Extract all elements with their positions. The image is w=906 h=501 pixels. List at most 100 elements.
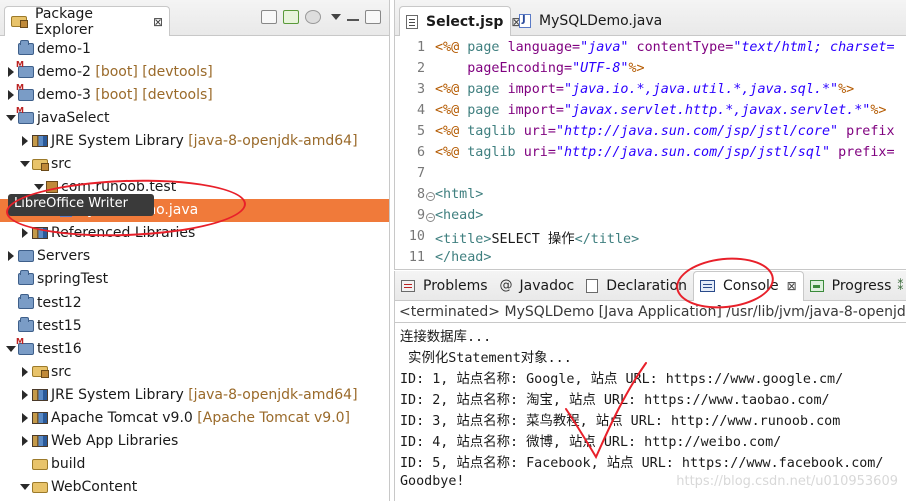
tree-item[interactable]: src <box>0 152 389 175</box>
tab-console[interactable]: Console ⊠ <box>692 271 804 301</box>
tree-item[interactable]: demo-3 [boot] [devtools] <box>0 83 389 106</box>
line-number-text: 3 <box>416 82 425 97</box>
tab-package-explorer[interactable]: Package Explorer ⊠ <box>4 6 170 38</box>
tree-item[interactable]: demo-1 <box>0 37 389 60</box>
collapsed-arrow-icon[interactable] <box>20 367 30 377</box>
more-views-icon[interactable]: ⁑ <box>897 279 906 293</box>
tree-item-label: demo-1 <box>37 40 91 57</box>
code-token: pageEncoding= <box>467 61 573 76</box>
code-token: "javax.servlet.http.*,javax.servlet.*" <box>564 103 871 118</box>
tree-item-label: springTest <box>37 271 109 288</box>
mvn-icon <box>16 337 34 355</box>
tree-item-decoration: [boot] [devtools] <box>95 86 213 103</box>
code-token: "http://java.sun.com/jsp/jstl/core" <box>555 124 839 139</box>
tree-item-label: Referenced Libraries <box>51 225 196 242</box>
line-number: 10 <box>395 229 431 244</box>
code-token: SELECT 操作 <box>491 231 575 247</box>
line-number-text: 4 <box>416 103 425 118</box>
jsp-file-icon <box>406 14 418 29</box>
tree-item[interactable]: test16 <box>0 337 389 360</box>
project-tree: demo-1 demo-2 [boot] [devtools]demo-3 [bo… <box>0 37 389 499</box>
code-token: taglib <box>467 124 524 139</box>
line-number: 11 <box>395 250 431 265</box>
pkg-icon <box>46 181 58 194</box>
collapse-all-icon[interactable] <box>261 10 277 24</box>
fold-toggle-icon[interactable]: − <box>426 213 435 222</box>
collapsed-arrow-icon[interactable] <box>20 413 30 423</box>
tab-select-jsp[interactable]: Select.jsp ⊠ <box>399 6 521 36</box>
code-editor[interactable]: 1 <%@ page language="java" contentType="t… <box>395 37 906 268</box>
tree-item[interactable]: src <box>0 360 389 383</box>
tree-item[interactable]: Apache Tomcat v9.0 [Apache Tomcat v9.0] <box>0 407 389 430</box>
tree-item-label: Web App Libraries <box>51 433 179 450</box>
project-icon <box>18 293 34 309</box>
line-number-text: 7 <box>416 166 425 181</box>
tree-item[interactable]: Web App Libraries <box>0 430 389 453</box>
code-text: <%@ page import="javax.servlet.http.*,ja… <box>431 103 886 118</box>
collapsed-arrow-icon[interactable] <box>20 436 30 446</box>
tab-javadoc[interactable]: @ Javadoc <box>494 271 581 301</box>
expanded-arrow-icon[interactable] <box>6 113 16 123</box>
tab-problems[interactable]: Problems <box>395 271 494 301</box>
tree-item-label: JRE System Library <box>51 386 184 403</box>
collapsed-arrow-icon[interactable] <box>6 67 16 77</box>
maximize-icon[interactable] <box>365 10 381 24</box>
expanded-arrow-icon[interactable] <box>34 182 44 192</box>
collapsed-arrow-icon[interactable] <box>6 251 16 261</box>
tab-declaration[interactable]: Declaration <box>580 271 693 301</box>
code-text: <%@ taglib uri="http://java.sun.com/jsp/… <box>431 145 895 160</box>
collapsed-arrow-icon[interactable] <box>20 228 30 238</box>
code-line: 7 <box>395 163 906 184</box>
tree-item[interactable]: Referenced Libraries <box>0 222 389 245</box>
expanded-arrow-icon[interactable] <box>20 482 30 492</box>
collapsed-arrow-icon[interactable] <box>6 90 16 100</box>
code-token: language= <box>507 40 581 55</box>
tree-item[interactable]: javaSelect <box>0 106 389 129</box>
code-token: <html> <box>435 187 484 202</box>
tree-item[interactable]: WebContent <box>0 476 389 499</box>
pkgfolder-icon <box>32 366 49 379</box>
fold-toggle-icon[interactable]: − <box>426 192 435 201</box>
line-number-text: 9 <box>416 208 425 223</box>
code-line: 9− <head> <box>395 205 906 226</box>
minimize-icon[interactable] <box>347 19 359 21</box>
expanded-arrow-icon[interactable] <box>20 159 30 169</box>
editor-area: Select.jsp ⊠ MySQLDemo.java 1 <%@ page la… <box>394 0 906 270</box>
expanded-arrow-icon[interactable] <box>6 344 16 354</box>
tree-item[interactable]: Servers <box>0 245 389 268</box>
tab-mysqldemo-java[interactable]: MySQLDemo.java <box>513 6 663 36</box>
tab-progress[interactable]: Progress <box>804 271 898 301</box>
close-icon[interactable]: ⊠ <box>153 15 163 29</box>
console-status: <terminated> MySQLDemo [Java Application… <box>395 301 906 323</box>
tree-item[interactable]: build <box>0 453 389 476</box>
code-line: 11 </head> <box>395 247 906 268</box>
code-token: contentType= <box>628 40 734 55</box>
line-number: 5 <box>395 124 431 139</box>
collapsed-arrow-icon[interactable] <box>20 136 30 146</box>
tree-item[interactable]: test15 <box>0 314 389 337</box>
code-text: <head> <box>431 208 483 223</box>
console-line: ID: 5, 站点名称: Facebook, 站点 URL: https://w… <box>400 455 884 471</box>
tree-item[interactable]: JRE System Library [java-8-openjdk-amd64… <box>0 383 389 406</box>
code-text: pageEncoding="UTF-8"%> <box>431 61 644 76</box>
console-line: ID: 2, 站点名称: 淘宝, 站点 URL: https://www.tao… <box>400 392 830 408</box>
tree-item[interactable]: JRE System Library [java-8-openjdk-amd64… <box>0 129 389 152</box>
view-menu-chevron-down-icon[interactable] <box>331 14 341 20</box>
code-token: <title> <box>435 231 492 247</box>
link-with-editor-icon[interactable] <box>283 10 299 24</box>
close-icon[interactable]: ⊠ <box>787 279 797 293</box>
tree-item[interactable]: springTest <box>0 268 389 291</box>
tree-item[interactable]: test12 <box>0 291 389 314</box>
tree-item[interactable]: demo-2 [boot] [devtools] <box>0 60 389 83</box>
console-output[interactable]: 连接数据库... 实例化Statement对象... ID: 1, 站点名称: G… <box>395 324 906 492</box>
collapsed-arrow-icon[interactable] <box>20 390 30 400</box>
code-token: <%@ <box>435 82 468 97</box>
code-text: </head> <box>431 250 491 265</box>
code-token: uri= <box>523 145 556 160</box>
code-token: page <box>467 103 508 118</box>
tab-label: Console <box>722 278 779 294</box>
code-text: <%@ page import="java.io.*,java.util.*,j… <box>431 82 854 97</box>
view-toolbar <box>261 10 381 24</box>
focus-icon[interactable] <box>305 10 321 24</box>
tree-item-label: JRE System Library <box>51 132 184 149</box>
